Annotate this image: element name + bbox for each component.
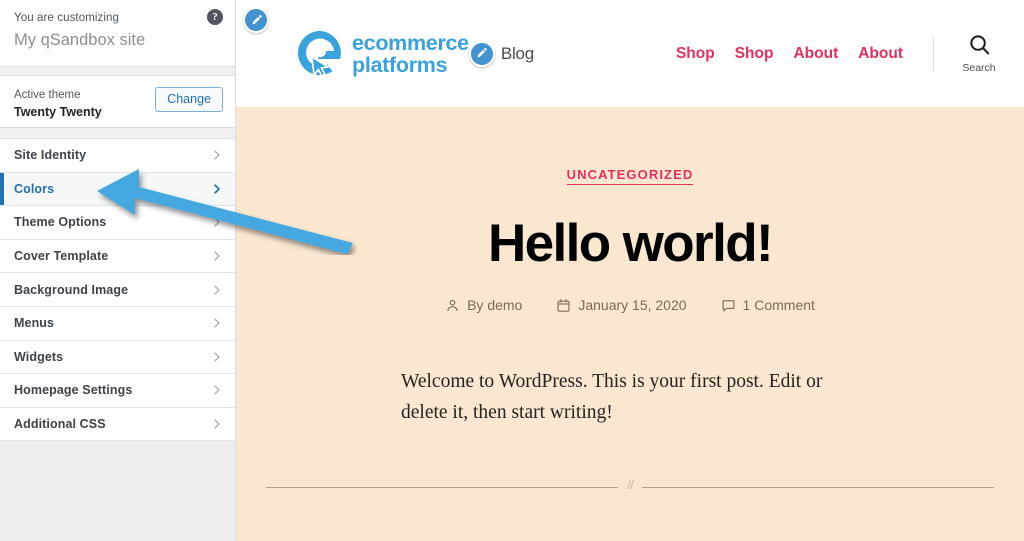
sidebar-item-background-image[interactable]: Background Image <box>0 273 235 307</box>
search-label: Search <box>962 62 996 74</box>
sidebar-item-label: Menus <box>14 316 55 331</box>
post-date-label: January 15, 2020 <box>578 297 687 313</box>
search-button[interactable]: Search <box>956 33 1002 74</box>
chevron-right-icon <box>213 352 222 362</box>
post-article: UNCATEGORIZED Hello world! By demo Janua… <box>236 107 1024 428</box>
nav-link-1[interactable]: Shop <box>735 45 774 63</box>
chevron-right-icon <box>213 419 222 429</box>
ecommerce-platforms-logo-icon <box>294 27 348 81</box>
chevron-right-icon <box>213 318 222 328</box>
nav-links: Shop Shop About About <box>656 45 903 63</box>
sidebar-item-cover-template[interactable]: Cover Template <box>0 239 235 274</box>
sidebar-item-site-identity[interactable]: Site Identity <box>0 139 235 173</box>
search-icon <box>968 33 991 61</box>
sidebar-item-label: Site Identity <box>14 148 87 163</box>
site-logo[interactable]: ecommerce platforms Blog <box>294 27 534 81</box>
pencil-edit-icon[interactable] <box>243 7 269 33</box>
chevron-right-icon <box>213 285 222 295</box>
change-theme-button[interactable]: Change <box>155 87 223 112</box>
sidebar-item-label: Theme Options <box>14 215 107 230</box>
nav-link-2[interactable]: About <box>793 45 838 63</box>
sidebar-item-label: Cover Template <box>14 249 109 264</box>
help-icon[interactable]: ? <box>207 9 223 25</box>
section-divider <box>0 66 235 76</box>
sidebar-item-theme-options[interactable]: Theme Options <box>0 206 235 240</box>
customizer-panel-header: You are customizing My qSandbox site ? <box>0 0 235 66</box>
separator-line-left <box>266 486 619 488</box>
logo-wordmark: ecommerce platforms <box>352 30 469 77</box>
site-name-label: My qSandbox site <box>14 31 146 49</box>
sidebar-item-label: Background Image <box>14 282 129 297</box>
customizer-sidebar: You are customizing My qSandbox site ? A… <box>0 0 236 541</box>
sidebar-item-label: Colors <box>14 181 55 196</box>
sidebar-item-menus[interactable]: Menus <box>0 306 235 341</box>
sidebar-item-additional-css[interactable]: Additional CSS <box>0 407 235 442</box>
site-title-edit-pencil-icon[interactable] <box>468 40 495 67</box>
chevron-right-icon <box>213 184 222 194</box>
customizer-menu-list: Site Identity Colors Theme Options Cover Te… <box>0 139 235 442</box>
active-theme-section: Active theme Twenty Twenty Change <box>0 76 235 128</box>
sidebar-item-homepage-settings[interactable]: Homepage Settings <box>0 374 235 408</box>
post-comments-link[interactable]: 1 Comment <box>721 297 815 313</box>
nav-divider <box>933 36 934 71</box>
chevron-right-icon <box>213 150 222 160</box>
nav-link-3[interactable]: About <box>858 45 903 63</box>
sidebar-item-colors[interactable]: Colors <box>0 172 235 207</box>
post-separator: // <box>266 478 994 495</box>
site-navigation: Shop Shop About About Search <box>656 33 1024 74</box>
sidebar-item-label: Widgets <box>14 349 64 364</box>
customizing-label: You are customizing <box>14 12 120 24</box>
post-date: January 15, 2020 <box>556 297 687 313</box>
post-author-label: By demo <box>467 297 523 313</box>
logo-line-2: platforms <box>352 52 448 77</box>
chevron-right-icon <box>213 251 222 261</box>
logo-line-1: ecommerce <box>352 30 469 55</box>
sidebar-item-label: Homepage Settings <box>14 383 133 398</box>
post-author: By demo <box>445 297 522 313</box>
sidebar-item-label: Additional CSS <box>14 417 106 432</box>
person-icon <box>445 298 460 313</box>
post-body-text: Welcome to WordPress. This is your first… <box>401 371 823 423</box>
nav-link-0[interactable]: Shop <box>676 45 715 63</box>
site-preview-pane: ecommerce platforms Blog Shop Shop About Ab… <box>236 0 1024 541</box>
post-meta: By demo January 15, 2020 1 Comment <box>236 297 1024 313</box>
post-comments-label: 1 Comment <box>742 297 815 313</box>
sidebar-item-widgets[interactable]: Widgets <box>0 340 235 375</box>
post-title: Hello world! <box>487 214 774 273</box>
site-title: Blog <box>500 43 535 63</box>
menu-top-divider <box>0 128 235 139</box>
post-category-link[interactable]: UNCATEGORIZED <box>566 167 694 185</box>
site-header: ecommerce platforms Blog Shop Shop About Ab… <box>236 0 1024 107</box>
comment-bubble-icon <box>721 298 736 313</box>
calendar-icon <box>556 298 571 313</box>
separator-glyph: // <box>627 478 634 493</box>
chevron-right-icon <box>213 385 222 395</box>
separator-line-right <box>641 486 994 488</box>
chevron-right-icon <box>213 217 222 227</box>
customizer-screen: You are customizing My qSandbox site ? A… <box>0 0 1024 541</box>
